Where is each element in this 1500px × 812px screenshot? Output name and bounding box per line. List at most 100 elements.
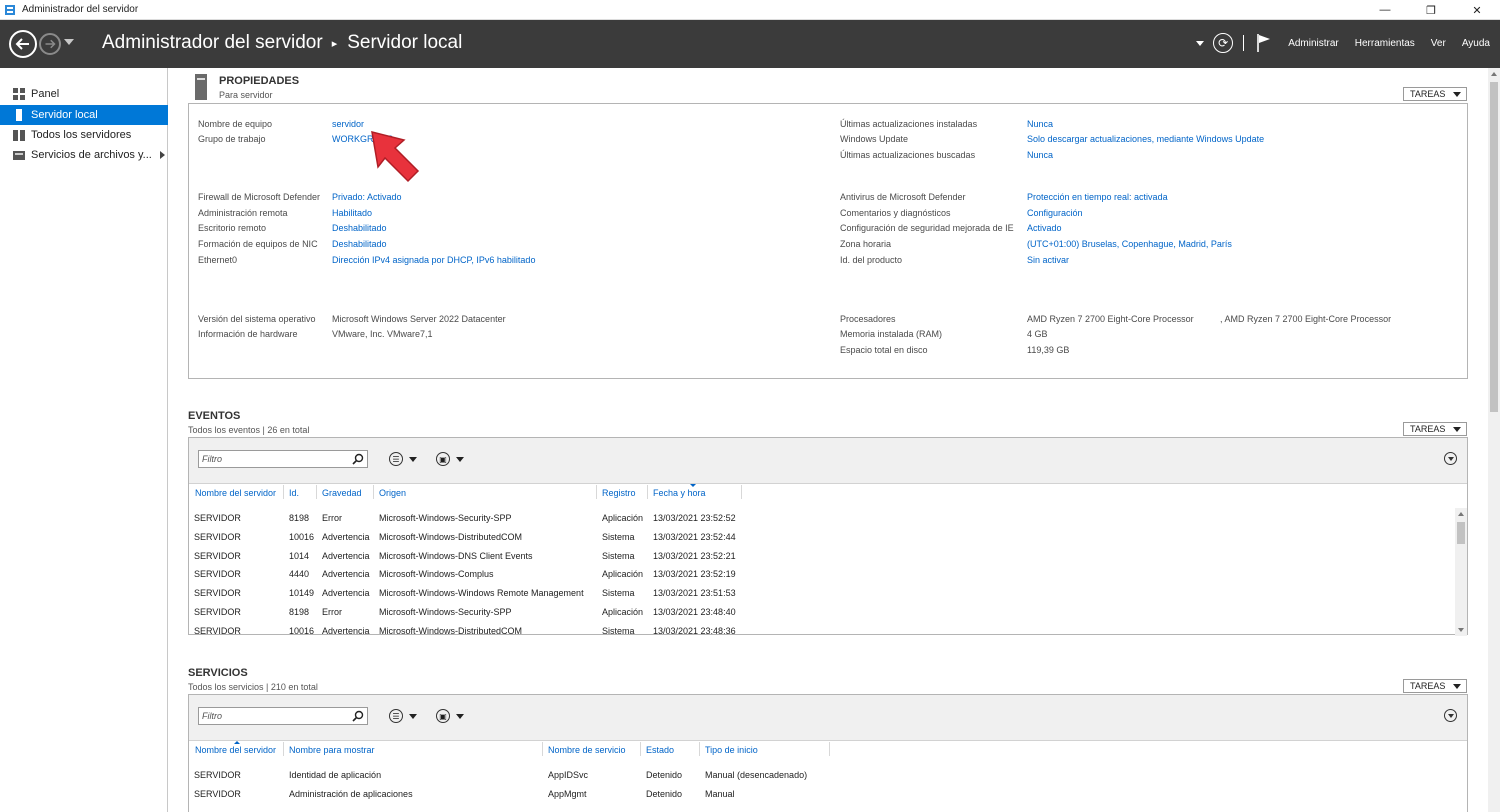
forward-button[interactable] bbox=[39, 33, 61, 55]
menu-ayuda[interactable]: Ayuda bbox=[1462, 38, 1490, 49]
services-tasks-button[interactable]: TAREAS bbox=[1403, 679, 1467, 693]
events-query-button[interactable]: ☰ bbox=[389, 451, 421, 467]
scroll-thumb[interactable] bbox=[1457, 522, 1465, 544]
table-cell: Aplicación bbox=[602, 569, 644, 580]
col-display-name[interactable]: Nombre para mostrar bbox=[289, 745, 375, 755]
prop-value-last-updates-checked[interactable]: Nunca bbox=[1027, 150, 1053, 160]
search-icon[interactable] bbox=[352, 453, 364, 465]
col-id[interactable]: Id. bbox=[289, 488, 299, 498]
sidebar-item-servidor-local[interactable]: Servidor local bbox=[0, 105, 168, 125]
column-divider[interactable] bbox=[542, 742, 543, 756]
prop-value-processors: AMD Ryzen 7 2700 Eight-Core Processor bbox=[1027, 314, 1194, 324]
prop-value-timezone[interactable]: (UTC+01:00) Bruselas, Copenhague, Madrid… bbox=[1027, 239, 1232, 249]
close-button[interactable]: ✕ bbox=[1454, 0, 1500, 20]
table-cell: Error bbox=[322, 607, 342, 617]
table-cell: Sistema bbox=[602, 531, 635, 542]
table-cell: Error bbox=[322, 513, 342, 523]
events-tasks-button[interactable]: TAREAS bbox=[1403, 422, 1467, 436]
restore-button[interactable]: ❐ bbox=[1408, 0, 1454, 20]
services-collapse-icon[interactable] bbox=[1444, 709, 1457, 722]
col-startup-type[interactable]: Tipo de inicio bbox=[705, 745, 758, 755]
menu-administrar[interactable]: Administrar bbox=[1288, 38, 1339, 49]
prop-value-antivirus[interactable]: Protección en tiempo real: activada bbox=[1027, 192, 1168, 202]
file-services-icon bbox=[13, 151, 25, 160]
column-divider[interactable] bbox=[596, 485, 597, 499]
services-toolbar: Filtro ☰ ▣ bbox=[189, 695, 1467, 741]
column-divider[interactable] bbox=[829, 742, 830, 756]
prop-value-remote-desktop[interactable]: Deshabilitado bbox=[332, 223, 387, 233]
col-server-name[interactable]: Nombre del servidor bbox=[195, 488, 276, 498]
prop-value-computer-name[interactable]: servidor bbox=[332, 119, 364, 129]
properties-tasks-button[interactable]: TAREAS bbox=[1403, 87, 1467, 101]
col-server-name[interactable]: Nombre del servidor bbox=[195, 745, 276, 755]
sidebar-item-servicios-archivos[interactable]: Servicios de archivos y... bbox=[0, 145, 168, 165]
menu-herramientas[interactable]: Herramientas bbox=[1355, 38, 1415, 49]
prop-value-product-id[interactable]: Sin activar bbox=[1027, 255, 1069, 265]
prop-value-windows-update[interactable]: Solo descargar actualizaciones, mediante… bbox=[1027, 134, 1264, 144]
main-scrollbar[interactable] bbox=[1488, 68, 1500, 812]
history-dropdown-icon[interactable] bbox=[64, 39, 74, 45]
refresh-icon[interactable]: ⟳ bbox=[1213, 33, 1234, 53]
sort-descending-icon bbox=[690, 484, 696, 487]
table-cell: Detenido bbox=[646, 789, 683, 799]
table-cell: Advertencia bbox=[322, 588, 370, 599]
column-divider[interactable] bbox=[640, 742, 641, 756]
section-subtitle-properties: Para servidor bbox=[219, 90, 273, 100]
scroll-up-icon[interactable] bbox=[1491, 72, 1497, 76]
back-button[interactable] bbox=[9, 30, 37, 58]
breadcrumb-app[interactable]: Administrador del servidor bbox=[102, 32, 323, 54]
column-divider[interactable] bbox=[316, 485, 317, 499]
chevron-down-icon bbox=[409, 713, 417, 719]
breadcrumb-separator-icon: ▸ bbox=[331, 37, 338, 50]
events-scrollbar[interactable] bbox=[1455, 508, 1467, 636]
prop-value-ie-esc[interactable]: Activado bbox=[1027, 223, 1062, 233]
prop-value-remote-admin[interactable]: Habilitado bbox=[332, 208, 372, 218]
column-divider[interactable] bbox=[373, 485, 374, 499]
prop-value-ethernet0[interactable]: Dirección IPv4 asignada por DHCP, IPv6 h… bbox=[332, 255, 535, 265]
prop-value-last-updates-installed[interactable]: Nunca bbox=[1027, 119, 1053, 129]
column-divider[interactable] bbox=[283, 485, 284, 499]
table-cell: AppMgmt bbox=[548, 789, 587, 799]
menu-ver[interactable]: Ver bbox=[1431, 38, 1446, 49]
sidebar-item-todos-servidores[interactable]: Todos los servidores bbox=[0, 125, 168, 145]
table-cell: Microsoft-Windows-DistributedCOM bbox=[379, 625, 523, 636]
table-cell: 13/03/2021 23:52:21 bbox=[653, 550, 736, 561]
prop-label-ie-esc: Configuración de seguridad mejorada de I… bbox=[840, 223, 1014, 233]
column-divider[interactable] bbox=[741, 485, 742, 499]
col-status[interactable]: Estado bbox=[646, 745, 674, 755]
table-cell: SERVIDOR bbox=[194, 625, 241, 636]
minimize-button[interactable]: — bbox=[1362, 0, 1408, 20]
prop-value-feedback[interactable]: Configuración bbox=[1027, 208, 1083, 218]
column-divider[interactable] bbox=[699, 742, 700, 756]
server-icon bbox=[16, 109, 22, 121]
col-source[interactable]: Origen bbox=[379, 488, 406, 498]
sidebar-item-panel[interactable]: Panel bbox=[0, 84, 168, 104]
column-divider[interactable] bbox=[283, 742, 284, 756]
scroll-down-icon[interactable] bbox=[1458, 628, 1464, 632]
prop-label-feedback: Comentarios y diagnósticos bbox=[840, 208, 951, 218]
services-filter-input[interactable]: Filtro bbox=[198, 707, 368, 725]
col-datetime[interactable]: Fecha y hora bbox=[653, 488, 706, 498]
header-dropdown-icon[interactable] bbox=[1196, 40, 1205, 46]
services-save-button[interactable]: ▣ bbox=[436, 708, 468, 724]
prop-value-nic-teaming[interactable]: Deshabilitado bbox=[332, 239, 387, 249]
notifications-flag-icon[interactable] bbox=[1256, 33, 1272, 53]
scroll-thumb[interactable] bbox=[1490, 82, 1498, 412]
scroll-up-icon[interactable] bbox=[1458, 512, 1464, 516]
events-collapse-icon[interactable] bbox=[1444, 452, 1457, 465]
search-icon[interactable] bbox=[352, 710, 364, 722]
column-divider[interactable] bbox=[647, 485, 648, 499]
col-service-name[interactable]: Nombre de servicio bbox=[548, 745, 626, 755]
services-query-button[interactable]: ☰ bbox=[389, 708, 421, 724]
server-manager-app-icon bbox=[5, 4, 15, 15]
servers-icon bbox=[13, 130, 25, 141]
window-titlebar: Administrador del servidor — ❐ ✕ bbox=[0, 0, 1500, 20]
expand-arrow-icon[interactable] bbox=[160, 151, 165, 159]
table-cell: Identidad de aplicación bbox=[289, 770, 382, 780]
col-log[interactable]: Registro bbox=[602, 488, 636, 498]
events-save-button[interactable]: ▣ bbox=[436, 451, 468, 467]
prop-value-firewall[interactable]: Privado: Activado bbox=[332, 192, 402, 202]
events-filter-input[interactable]: Filtro bbox=[198, 450, 368, 468]
col-severity[interactable]: Gravedad bbox=[322, 488, 362, 498]
table-cell: SERVIDOR bbox=[194, 550, 241, 561]
